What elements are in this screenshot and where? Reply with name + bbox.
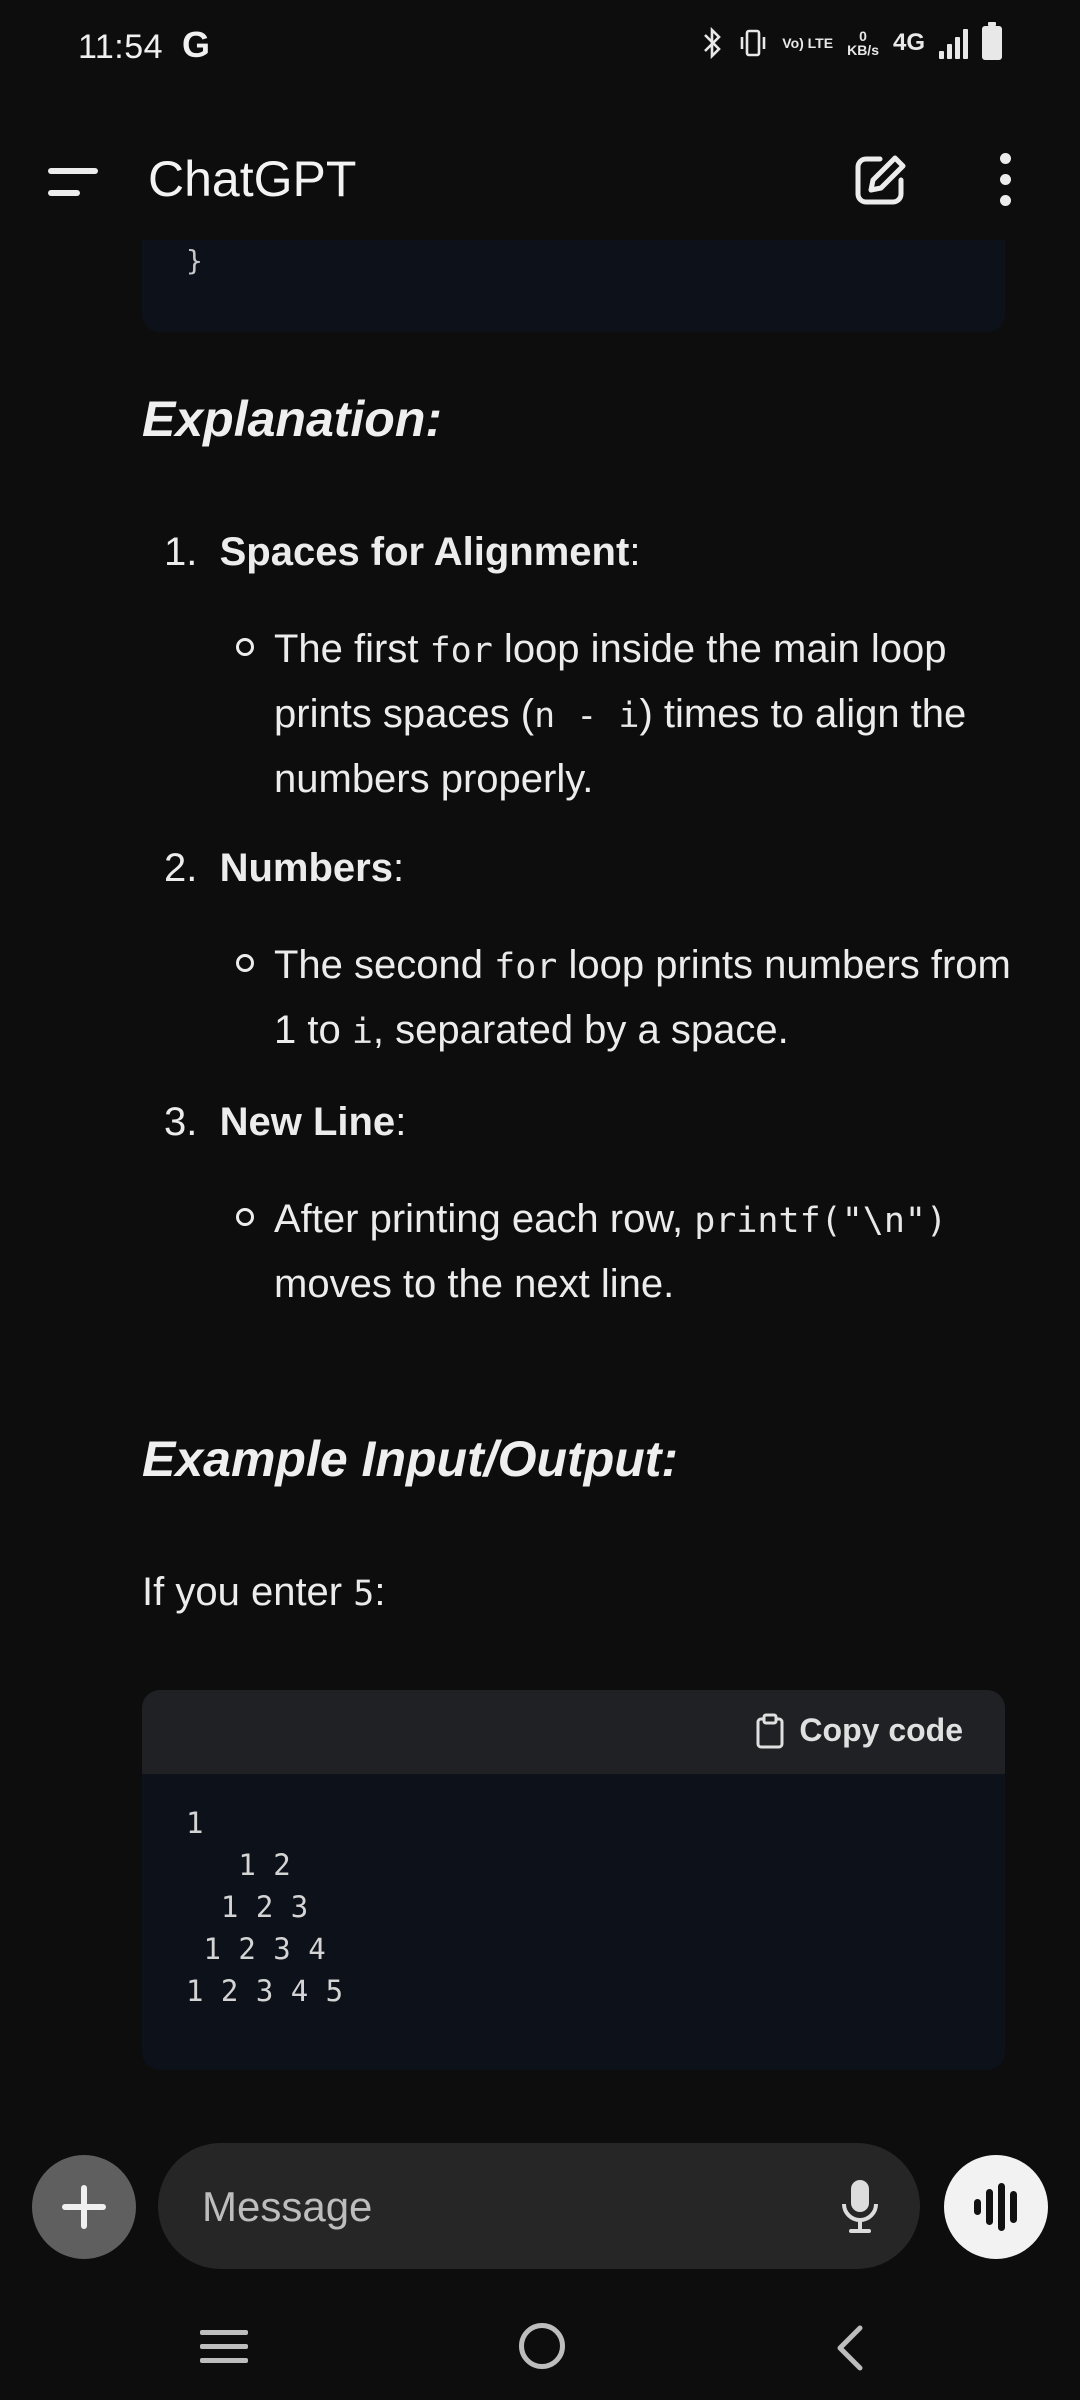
list-item-title: Numbers: [219, 846, 393, 890]
copy-code-button[interactable]: Copy code: [755, 1712, 963, 1749]
composer: [0, 2140, 1080, 2270]
list-item-2: 2. Numbers:: [164, 846, 405, 890]
network-type: 4G: [892, 29, 925, 56]
status-time: 11:54: [78, 28, 164, 66]
home-icon[interactable]: [519, 2323, 565, 2369]
microphone-icon[interactable]: [840, 2176, 880, 2236]
message-input[interactable]: [200, 2171, 764, 2243]
speed-unit: KB/s: [847, 42, 879, 58]
battery-icon: [982, 22, 1002, 60]
list-number: 3.: [164, 1100, 198, 1144]
compose-icon[interactable]: [850, 150, 910, 210]
system-nav-bar: [0, 2290, 1080, 2400]
bullet-icon: [236, 1208, 254, 1226]
plus-icon[interactable]: [32, 2155, 136, 2259]
status-icons: Vo) LTE 0 KB/s 4G: [702, 22, 1002, 60]
code-output: 1 1 2 1 2 3 1 2 3 4 1 2 3 4 5: [186, 1806, 344, 2008]
recent-apps-icon[interactable]: [200, 2330, 248, 2364]
copy-code-label: Copy code: [799, 1712, 963, 1748]
explanation-heading: Explanation:: [142, 391, 443, 447]
bullet-text: The second for loop prints numbers from …: [274, 943, 1011, 1052]
list-item-1: 1. Spaces for Alignment:: [164, 530, 641, 574]
more-vertical-icon[interactable]: [995, 150, 1015, 210]
list-item-title: Spaces for Alignment: [219, 530, 630, 574]
vibrate-icon: [740, 29, 766, 57]
example-heading: Example Input/Output:: [142, 1431, 679, 1487]
app-bar: ChatGPT: [0, 120, 1080, 240]
clipboard-icon: [756, 1713, 784, 1748]
voice-mode-icon[interactable]: [944, 2155, 1048, 2259]
signal-icon: [939, 27, 968, 59]
bullet-text: After printing each row, printf("\n") mo…: [274, 1197, 948, 1306]
menu-icon[interactable]: [48, 168, 98, 198]
code-block: Copy code 1 1 2 1 2 3 1 2 3 4 1 2 3 4 5: [142, 1690, 1005, 2070]
example-input-text: If you enter 5:: [142, 1570, 386, 1614]
bullet-icon: [236, 638, 254, 656]
bullet-icon: [236, 954, 254, 972]
speed-value: 0: [859, 28, 867, 44]
status-bar: 11:54 G Vo) LTE 0 KB/s 4G: [0, 0, 1080, 95]
code-tail-text: }: [186, 244, 203, 277]
volte-indicator: Vo) LTE: [782, 35, 834, 51]
message-box: [158, 2143, 920, 2269]
list-number: 1.: [164, 530, 198, 574]
google-icon: G: [182, 24, 211, 65]
chat-content: } Explanation: 1. Spaces for Alignment: …: [0, 240, 1080, 2120]
bullet-text: The first for loop inside the main loop …: [274, 627, 967, 801]
list-number: 2.: [164, 846, 198, 890]
bluetooth-icon: [704, 26, 722, 60]
back-icon[interactable]: [830, 2324, 870, 2372]
list-item-3: 3. New Line:: [164, 1100, 407, 1144]
network-speed: 0 KB/s: [847, 29, 879, 57]
list-item-title: New Line: [219, 1100, 396, 1144]
code-block-tail: }: [142, 240, 1005, 332]
app-title: ChatGPT: [148, 151, 357, 207]
code-block-header: Copy code: [142, 1690, 1005, 1774]
